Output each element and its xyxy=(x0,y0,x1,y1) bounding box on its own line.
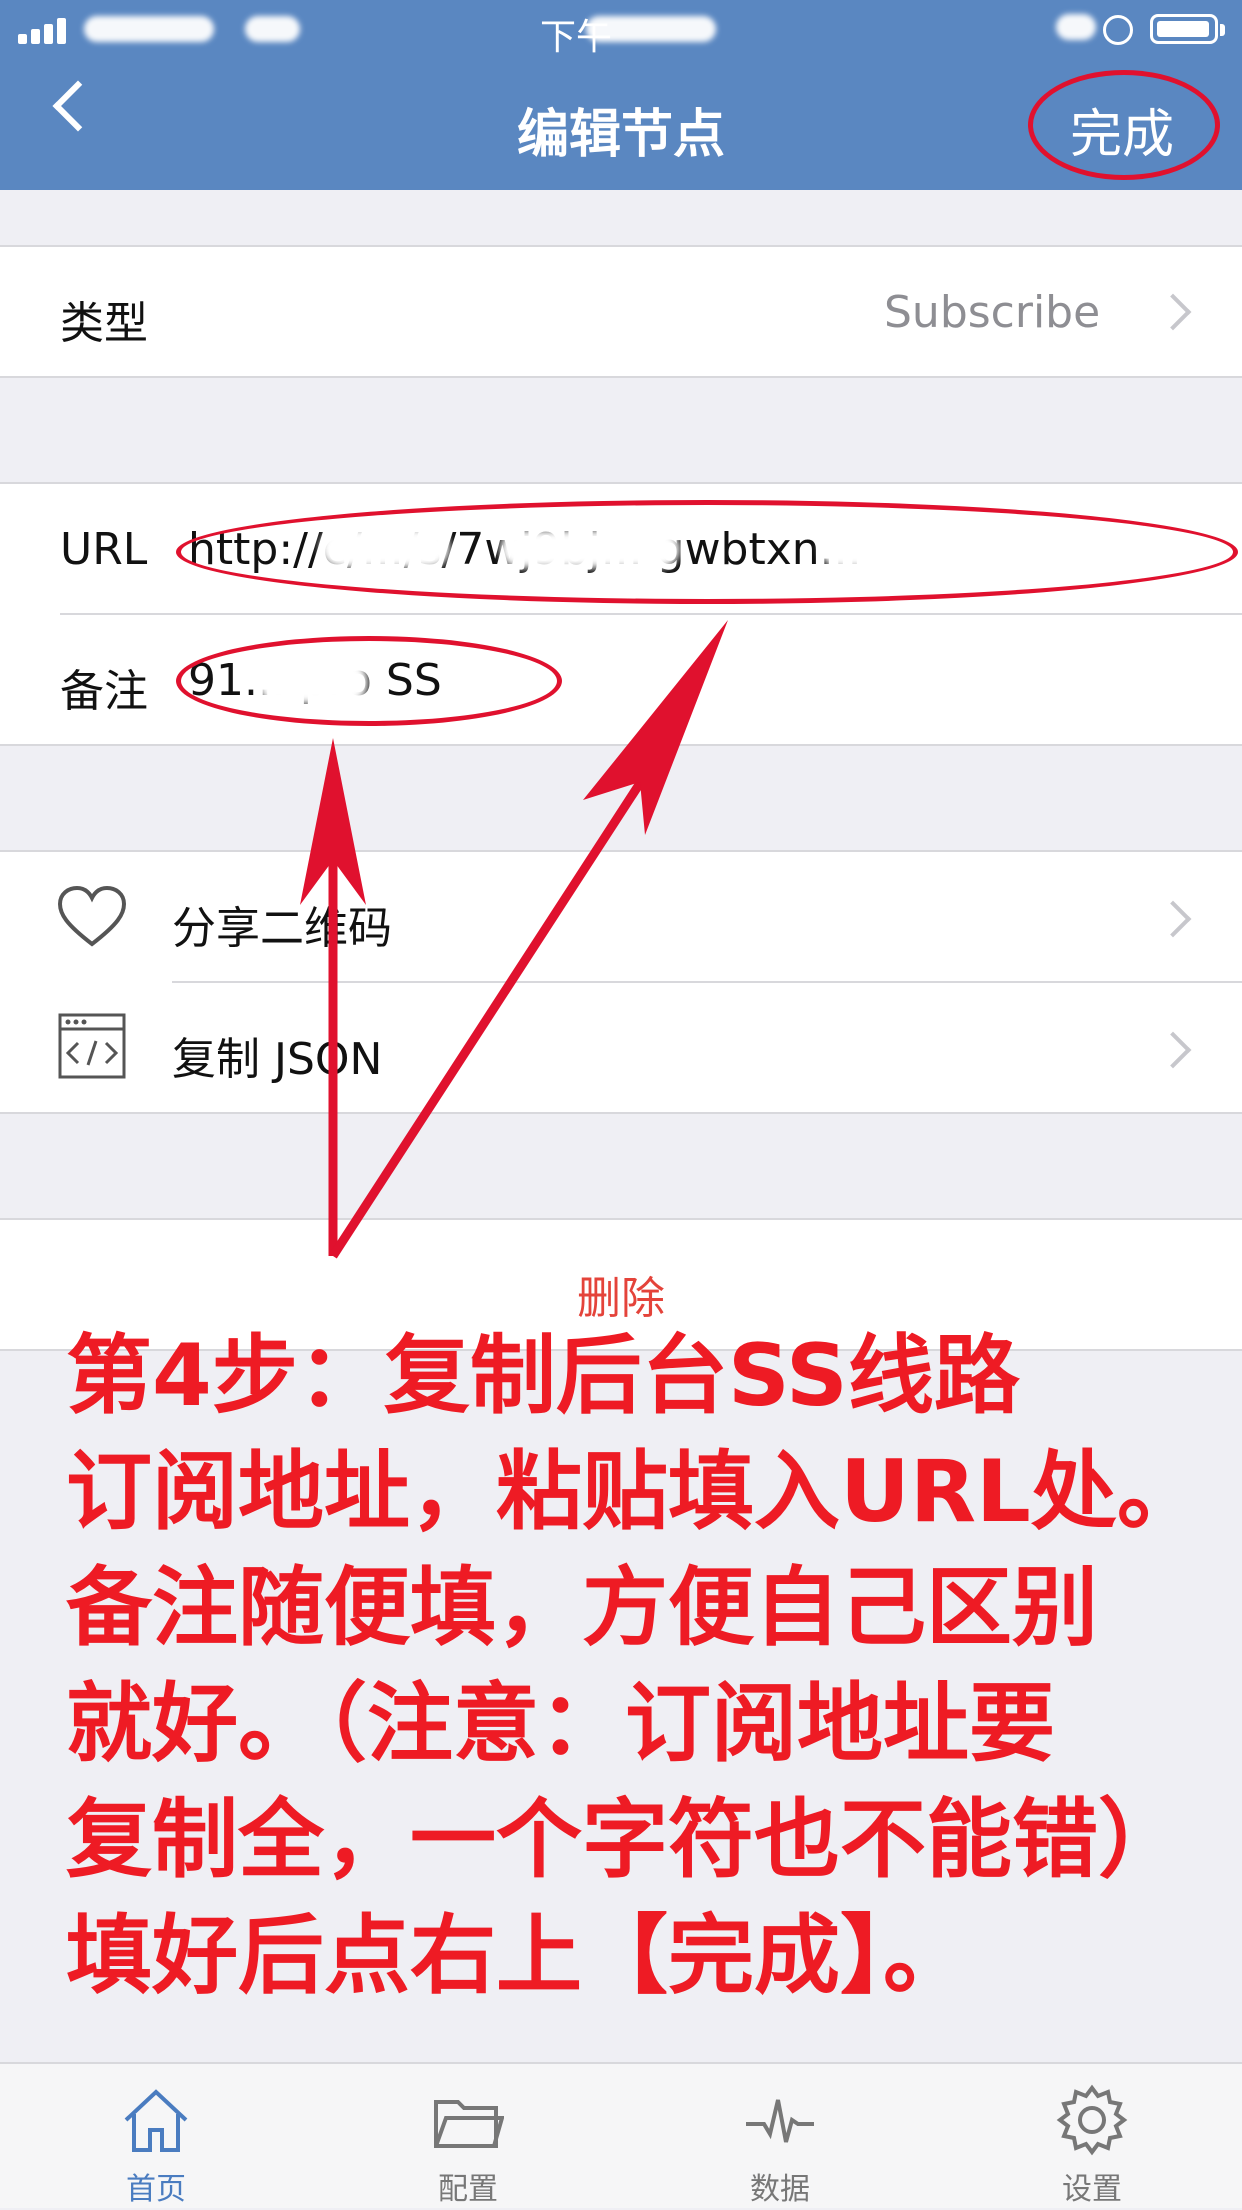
home-icon xyxy=(124,2089,188,2152)
note-line: 就好。（注意：订阅地址要 xyxy=(66,1674,1055,1774)
tab-label: 首页 xyxy=(126,2172,186,2207)
gear-icon xyxy=(1056,2084,1128,2156)
note-line: 第4步：复制后台SS线路 xyxy=(66,1326,1020,1426)
pulse-icon xyxy=(746,2099,814,2143)
tab-label: 设置 xyxy=(1062,2172,1122,2207)
tab-bar: 首页 配置 数据 设置 xyxy=(0,2062,1242,2208)
tab-home[interactable]: 首页 xyxy=(56,2064,256,2210)
tab-data[interactable]: 数据 xyxy=(680,2064,880,2210)
folder-icon xyxy=(434,2100,504,2148)
tab-config[interactable]: 配置 xyxy=(368,2064,568,2210)
note-line: 备注随便填，方便自己区别 xyxy=(66,1558,1098,1658)
tab-settings[interactable]: 设置 xyxy=(992,2064,1192,2210)
tab-label: 数据 xyxy=(750,2172,810,2207)
note-line: 填好后点右上【完成】。 xyxy=(66,1906,969,2006)
instruction-note: 第4步：复制后台SS线路 订阅地址，粘贴填入URL处。 备注随便填，方便自己区别… xyxy=(66,1318,1206,2014)
note-line: 订阅地址，粘贴填入URL处。 xyxy=(66,1442,1203,1542)
note-line: 复制全，一个字符也不能错） xyxy=(66,1790,1184,1890)
tab-label: 配置 xyxy=(438,2172,498,2207)
